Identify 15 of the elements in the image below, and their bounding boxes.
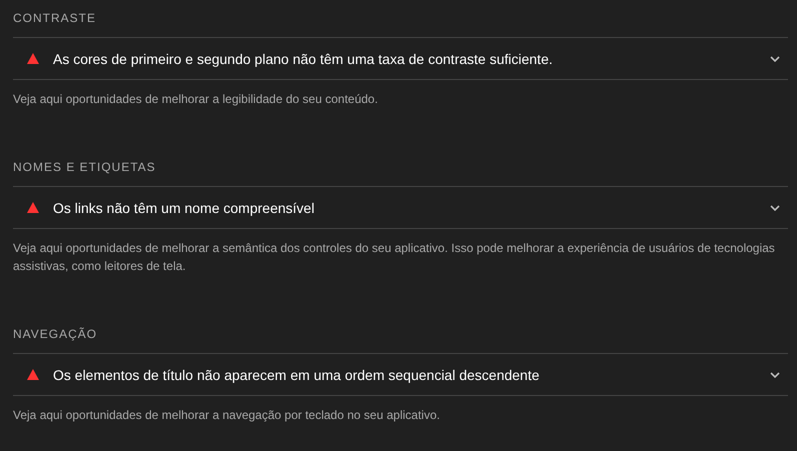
section-description: Veja aqui oportunidades de melhorar a legibilidade do seu conteúdo. [13,91,379,108]
audit-item[interactable]: As cores de primeiro e segundo plano não têm uma taxa de contraste suficiente. [13,37,788,80]
section-heading: CONTRASTE [13,10,98,27]
audit-item[interactable]: Os links não têm um nome compreensível [13,186,788,229]
warning-icon [27,369,39,380]
audit-item[interactable]: Os elementos de título não aparecem em uma ordem sequencial descendente [13,353,788,396]
section-heading: NOMES E ETIQUETAS [13,159,157,176]
section-description: Veja aqui oportunidades de melhorar a semântica dos controles do seu aplicativo. Isso pode melhorar a experiência de usuários de tecnologias assistivas, como leitores de tela. [13,240,776,275]
chevron-icon [770,372,780,378]
section-heading: NAVEGAÇÃO [13,326,98,343]
chevron-icon [770,56,780,62]
warning-icon [27,53,39,64]
chevron-icon [770,204,780,210]
section-description: Veja aqui oportunidades de melhorar a navegação por teclado no seu aplicativo. [13,407,441,424]
warning-icon [27,202,39,213]
